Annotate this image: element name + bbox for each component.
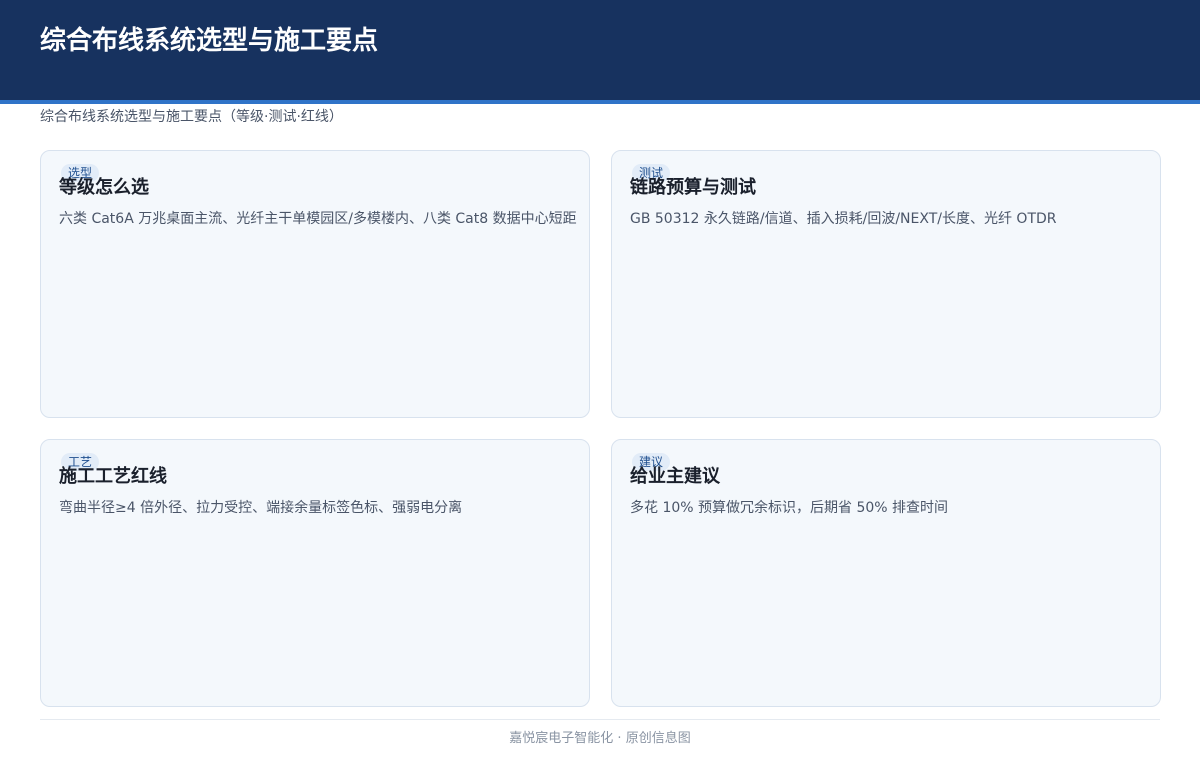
- card-body: GB 50312 永久链路/信道、插入损耗/回波/NEXT/长度、光纤 OTDR: [630, 211, 1057, 227]
- page-title: 综合布线系统选型与施工要点: [40, 26, 379, 56]
- card-title: 链路预算与测试: [630, 177, 756, 198]
- header-banner: 综合布线系统选型与施工要点: [0, 0, 1200, 104]
- footer-credit: 嘉悦宸电子智能化 · 原创信息图: [509, 731, 691, 746]
- card-title: 等级怎么选: [59, 177, 149, 198]
- card-title: 给业主建议: [630, 466, 720, 487]
- card-selection: 选型 等级怎么选 六类 Cat6A 万兆桌面主流、光纤主干单模园区/多模楼内、八…: [40, 150, 590, 418]
- card-body: 六类 Cat6A 万兆桌面主流、光纤主干单模园区/多模楼内、八类 Cat8 数据…: [59, 211, 577, 227]
- card-testing: 测试 链路预算与测试 GB 50312 永久链路/信道、插入损耗/回波/NEXT…: [611, 150, 1161, 418]
- card-body: 弯曲半径≥4 倍外径、拉力受控、端接余量标签色标、强弱电分离: [59, 500, 463, 516]
- card-body: 多花 10% 预算做冗余标识，后期省 50% 排查时间: [630, 500, 949, 516]
- footer-divider: [40, 719, 1160, 720]
- card-advice: 建议 给业主建议 多花 10% 预算做冗余标识，后期省 50% 排查时间: [611, 439, 1161, 707]
- card-title: 施工工艺红线: [59, 466, 167, 487]
- page-subtitle: 综合布线系统选型与施工要点（等级·测试·红线）: [40, 109, 343, 125]
- card-workmanship: 工艺 施工工艺红线 弯曲半径≥4 倍外径、拉力受控、端接余量标签色标、强弱电分离: [40, 439, 590, 707]
